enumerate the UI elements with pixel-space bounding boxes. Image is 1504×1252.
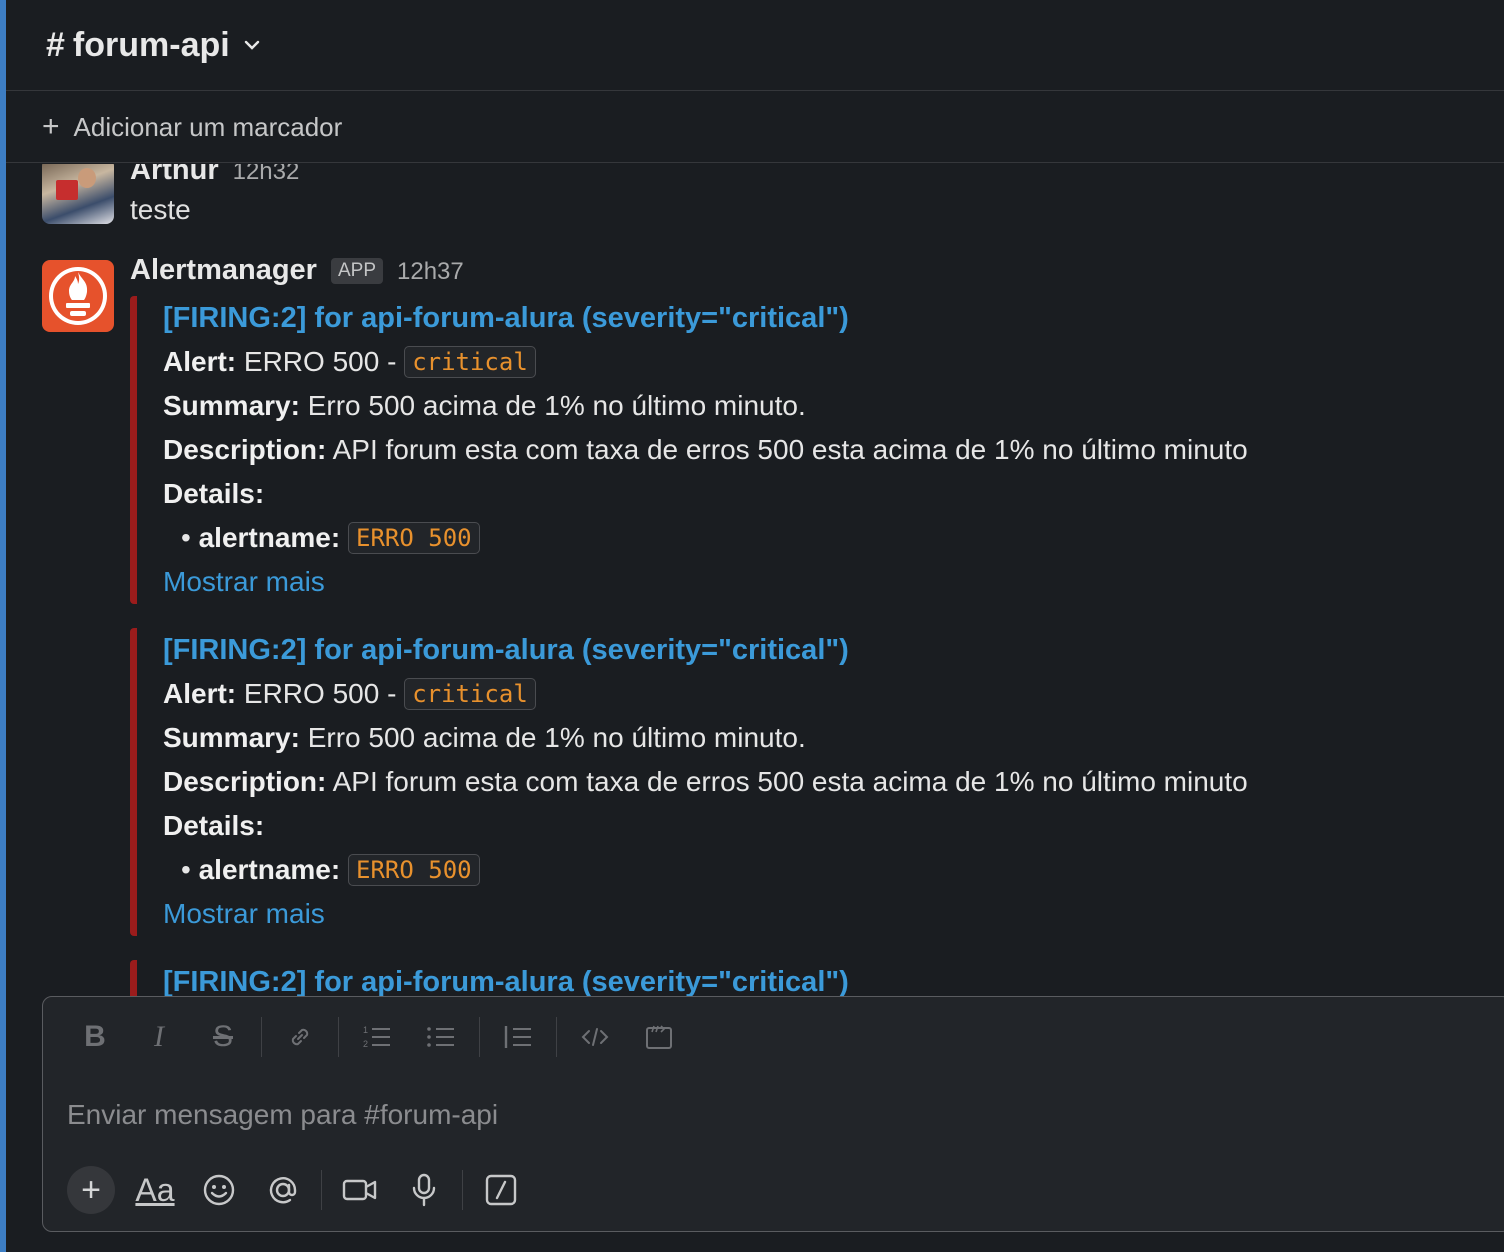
formatting-toggle-button[interactable]: Aa [123,1165,187,1215]
alert-line: Alert: ERRO 500 - critical [163,672,1490,716]
emoji-button[interactable] [187,1165,251,1215]
alert-attachment: [FIRING:2] for api-forum-alura (severity… [130,960,1490,996]
alert-title-link[interactable]: [FIRING:2] for api-forum-alura (severity… [163,302,849,334]
summary-line: Summary: Erro 500 acima de 1% no último … [163,716,1490,760]
link-icon[interactable] [268,1015,332,1059]
code-block-icon[interactable] [627,1015,691,1059]
alert-attachment: [FIRING:2] for api-forum-alura (severity… [130,296,1490,604]
attach-button[interactable]: + [59,1165,123,1215]
alert-label: Alert: [163,678,237,709]
message-alertmanager: Alertmanager APP 12h37 [FIRING:2] for ap… [6,254,1504,996]
toolbar-divider [261,1017,262,1057]
channel-name-button[interactable]: # forum-api [46,26,262,65]
detail-item: • alertname: ERRO 500 [163,516,1490,560]
video-button[interactable] [328,1165,392,1215]
add-bookmark-button[interactable]: + Adicionar um marcador [6,92,1504,163]
description-line: Description: API forum esta com taxa de … [163,760,1490,804]
bulleted-list-icon[interactable] [409,1015,473,1059]
toolbar-divider [321,1170,322,1210]
mention-icon [269,1177,297,1204]
channel-header: # forum-api [6,0,1504,91]
message-timestamp[interactable]: 12h32 [233,164,300,186]
alert-line: Alert: ERRO 500 - critical [163,340,1490,384]
toolbar-divider [338,1017,339,1057]
ordered-list-icon[interactable]: 12 [345,1015,409,1059]
message-text: teste [130,194,191,225]
message-list[interactable]: Arthur 12h32 teste Alertmanager APP 12h3… [6,164,1504,996]
detail-key: alertname: [198,522,341,553]
summary-label: Summary: [163,390,300,421]
channel-name: forum-api [72,25,230,64]
summary-value: Erro 500 acima de 1% no último minuto. [307,722,806,753]
italic-icon[interactable]: I [127,1015,191,1059]
alertname-code: ERRO 500 [348,522,480,554]
sender-name[interactable]: Arthur [130,164,219,187]
show-more-link[interactable]: Mostrar mais [163,566,325,597]
alert-value: ERRO 500 - [243,678,397,709]
message-composer: B I S 12 + Aa [42,996,1504,1232]
toolbar-divider [462,1170,463,1210]
bullet: • [181,522,191,553]
toolbar-divider [479,1017,480,1057]
summary-line: Summary: Erro 500 acima de 1% no último … [163,384,1490,428]
mention-button[interactable] [251,1165,315,1215]
summary-label: Summary: [163,722,300,753]
plus-icon: + [42,110,60,143]
description-line: Description: API forum esta com taxa de … [163,428,1490,472]
details-label: Details: [163,810,265,841]
emoji-icon [203,1174,235,1206]
alert-label: Alert: [163,346,237,377]
message-arthur: Arthur 12h32 teste [6,164,1504,238]
formatting-icon: Aa [135,1171,175,1208]
sender-name[interactable]: Alertmanager [130,254,317,287]
microphone-icon [412,1173,436,1207]
description-value: API forum esta com taxa de erros 500 est… [332,766,1248,797]
channel-hash: # [46,25,65,64]
details-label: Details: [163,478,265,509]
description-label: Description: [163,766,327,797]
plus-icon: + [67,1166,115,1214]
description-value: API forum esta com taxa de erros 500 est… [332,434,1248,465]
formatting-toolbar: B I S 12 [63,1015,691,1059]
message-timestamp[interactable]: 12h37 [397,258,464,286]
composer-actions: + Aa [59,1165,533,1215]
alert-title-link[interactable]: [FIRING:2] for api-forum-alura (severity… [163,634,849,666]
description-label: Description: [163,434,327,465]
alert-attachment: [FIRING:2] for api-forum-alura (severity… [130,628,1490,936]
shortcuts-icon [485,1174,517,1206]
detail-item: • alertname: ERRO 500 [163,848,1490,892]
summary-value: Erro 500 acima de 1% no último minuto. [307,390,806,421]
prometheus-logo-icon [49,267,107,325]
alert-title-link[interactable]: [FIRING:2] for api-forum-alura (severity… [163,966,849,996]
show-more-link[interactable]: Mostrar mais [163,898,325,929]
video-icon [342,1179,377,1201]
svg-text:2: 2 [363,1039,368,1049]
svg-text:1: 1 [363,1025,368,1035]
severity-code: critical [404,346,536,378]
bullet: • [181,854,191,885]
detail-key: alertname: [198,854,341,885]
message-input[interactable] [67,1093,1467,1137]
strikethrough-icon[interactable]: S [191,1015,255,1059]
audio-button[interactable] [392,1165,456,1215]
chevron-down-icon [242,35,262,55]
toolbar-divider [556,1017,557,1057]
alertname-code: ERRO 500 [348,854,480,886]
code-icon[interactable] [563,1015,627,1059]
blockquote-icon[interactable] [486,1015,550,1059]
shortcuts-button[interactable] [469,1165,533,1215]
avatar[interactable] [42,164,114,224]
app-badge: APP [330,258,383,284]
add-bookmark-label: Adicionar um marcador [73,111,343,142]
bold-icon[interactable]: B [63,1015,127,1059]
alert-value: ERRO 500 - [243,346,397,377]
avatar[interactable] [42,260,114,332]
severity-code: critical [404,678,536,710]
